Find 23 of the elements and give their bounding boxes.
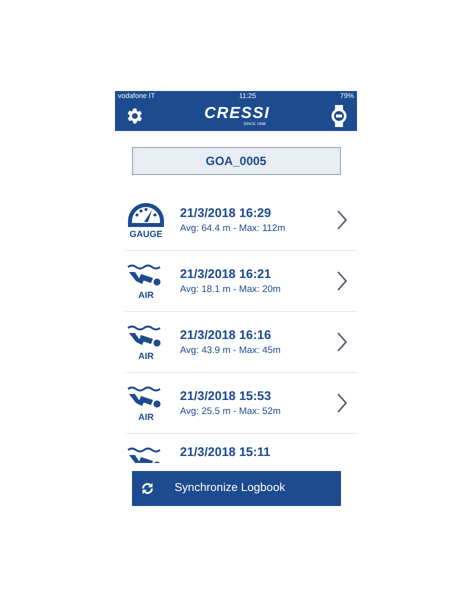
synchronize-button[interactable]: Synchronize Logbook: [132, 471, 340, 506]
dive-date: 21/3/2018 15:53: [180, 390, 272, 402]
dive-date: 21/3/2018 16:21: [180, 268, 272, 280]
dive-date: 21/3/2018 15:11: [180, 446, 272, 458]
dive-mode-label: AIR: [138, 290, 154, 300]
gauge-icon: [127, 202, 165, 228]
dive-depth-summary: Avg: 43.9 m - Max: 45m: [180, 346, 282, 356]
chevron-right-icon[interactable]: [337, 332, 347, 352]
dive-date: 21/3/2018 16:29: [180, 206, 272, 219]
dive-mode-label: GAUGE: [129, 230, 162, 238]
dive-date: 21/3/2018 16:16: [180, 328, 272, 341]
dive-depth-summary: Avg: 64.4 m - Max: 112m: [180, 224, 286, 234]
dive-mode-label: AIR: [138, 352, 154, 360]
watch-icon[interactable]: [330, 105, 348, 127]
chevron-right-icon[interactable]: [337, 271, 347, 291]
device-name-field[interactable]: GOA_0005: [132, 147, 340, 175]
dive-depth-summary: Avg: 25.5 m - Max: 52m: [180, 407, 282, 416]
chevron-right-icon[interactable]: [337, 393, 347, 413]
chevron-right-icon[interactable]: [337, 210, 347, 230]
sync-icon: [140, 481, 154, 496]
dive-mode-label: AIR: [138, 412, 154, 422]
dive-depth-summary: Avg: 18.1 m - Max: 20m: [180, 285, 282, 294]
logo: CRESSI: [204, 106, 270, 122]
